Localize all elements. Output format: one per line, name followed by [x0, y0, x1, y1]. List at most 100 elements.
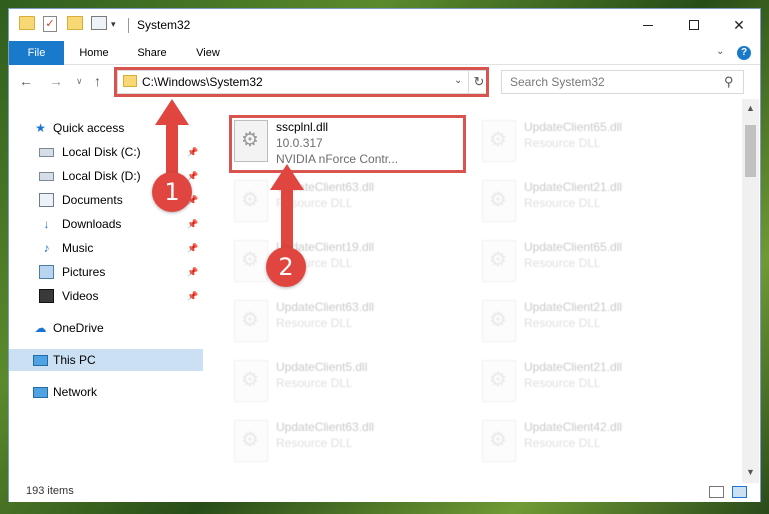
file-item[interactable]: ⚙ UpdateClient63.dll Resource DLL [209, 174, 449, 230]
gear-icon: ⚙ [489, 249, 507, 271]
help-icon[interactable]: ? [737, 46, 751, 60]
dll-file-icon: ⚙ [234, 180, 268, 222]
file-type: Resource DLL [276, 316, 353, 330]
search-placeholder: Search System32 [510, 75, 605, 89]
music-icon: ♪ [43, 241, 50, 255]
dll-file-icon: ⚙ [482, 420, 516, 462]
up-arrow-icon[interactable]: ↑ [94, 73, 101, 89]
quick-access-dropdown-icon[interactable]: ▾ [111, 19, 116, 30]
sidebar-item-onedrive[interactable]: ☁ OneDrive [9, 317, 203, 339]
pin-icon[interactable]: 📌 [187, 141, 198, 163]
file-item[interactable]: ⚙ UpdateClient65.dll Resource DLL [457, 114, 697, 170]
sidebar-item-videos[interactable]: Videos 📌 [9, 285, 203, 307]
maximize-button[interactable] [671, 9, 717, 41]
gear-icon: ⚙ [489, 369, 507, 391]
dll-file-icon: ⚙ [234, 420, 268, 462]
scroll-thumb[interactable] [745, 125, 756, 177]
arrow-head-1 [155, 99, 189, 125]
sidebar-item-label: Network [53, 385, 98, 399]
search-icon[interactable]: ⚲ [724, 74, 734, 90]
file-item[interactable]: ⚙ UpdateClient63.dll Resource DLL [209, 414, 449, 470]
file-type: Resource DLL [276, 376, 353, 390]
file-item[interactable]: ⚙ UpdateClient5.dll Resource DLL [209, 354, 449, 410]
file-explorer-window: ✓ ▾ System32 ✕ File Home Share View ⌄ ? … [8, 8, 761, 502]
computer-icon [33, 355, 48, 366]
file-name: UpdateClient65.dll [524, 120, 623, 134]
sidebar-item-network[interactable]: Network [9, 381, 203, 403]
recent-locations-icon[interactable]: ∨ [76, 76, 83, 87]
file-type: Resource DLL [524, 196, 601, 210]
large-icons-view-icon[interactable] [732, 486, 747, 498]
sidebar-item-music[interactable]: ♪ Music 📌 [9, 237, 203, 259]
close-button[interactable]: ✕ [716, 9, 762, 41]
file-name: UpdateClient21.dll [524, 300, 623, 314]
download-icon: ↓ [43, 217, 50, 231]
minimize-icon [643, 24, 653, 26]
file-list: ⚙ sscplnl.dll 10.0.317 NVIDIA nForce Con… [209, 99, 742, 483]
file-item[interactable]: ⚙ UpdateClient21.dll Resource DLL [457, 294, 697, 350]
close-icon: ✕ [733, 16, 745, 33]
tab-share[interactable]: Share [129, 41, 175, 65]
expand-ribbon-icon[interactable]: ⌄ [716, 46, 724, 57]
dll-file-icon: ⚙ [482, 360, 516, 402]
sidebar-item-label: Pictures [62, 265, 106, 279]
file-item[interactable]: ⚙ UpdateClient19.dll Resource DLL [209, 234, 449, 290]
new-folder-icon[interactable] [67, 16, 83, 30]
sidebar-item-this-pc[interactable]: This PC [9, 349, 203, 371]
dll-file-icon: ⚙ [482, 120, 516, 162]
sidebar-item-label: Local Disk (D:) [62, 169, 141, 183]
window-title: System32 [137, 18, 191, 32]
tab-view[interactable]: View [185, 41, 231, 65]
scroll-down-icon[interactable]: ▼ [746, 467, 755, 477]
sidebar-item-label: This PC [53, 353, 96, 367]
address-highlight-box [114, 67, 489, 97]
disk-icon [39, 148, 54, 157]
sidebar-item-label: Documents [62, 193, 123, 207]
arrow-head-2 [270, 164, 304, 190]
gear-icon: ⚙ [241, 249, 259, 271]
tab-file[interactable]: File [9, 41, 64, 65]
back-arrow-icon[interactable]: ← [19, 73, 33, 89]
pin-icon[interactable]: 📌 [187, 213, 198, 235]
file-item[interactable]: ⚙ UpdateClient42.dll Resource DLL [457, 414, 697, 470]
gear-icon: ⚙ [489, 189, 507, 211]
sidebar-item-label: Local Disk (C:) [62, 145, 141, 159]
file-item[interactable]: ⚙ UpdateClient65.dll Resource DLL [457, 234, 697, 290]
pin-icon[interactable]: 📌 [187, 285, 198, 307]
file-item[interactable]: ⚙ UpdateClient21.dll Resource DLL [457, 174, 697, 230]
minimize-button[interactable] [625, 9, 671, 41]
vertical-scrollbar[interactable]: ▲ ▼ [742, 99, 759, 483]
file-item[interactable]: ⚙ UpdateClient63.dll Resource DLL [209, 294, 449, 350]
step-1-badge: 1 [152, 172, 192, 212]
sidebar-item-downloads[interactable]: ↓ Downloads 📌 [9, 213, 203, 235]
ribbon-tabs: File Home Share View ⌄ ? [9, 41, 760, 65]
pin-icon[interactable]: 📌 [187, 261, 198, 283]
star-icon: ★ [35, 121, 46, 135]
maximize-icon [689, 20, 699, 30]
dll-file-icon: ⚙ [482, 240, 516, 282]
file-type: Resource DLL [524, 136, 601, 150]
file-item[interactable]: ⚙ UpdateClient21.dll Resource DLL [457, 354, 697, 410]
folder-icon[interactable] [19, 16, 35, 30]
file-type: Resource DLL [524, 256, 601, 270]
file-type: Resource DLL [524, 436, 601, 450]
details-view-icon[interactable] [709, 486, 724, 498]
cloud-icon: ☁ [34, 321, 47, 335]
forward-arrow-icon[interactable]: → [49, 73, 63, 89]
pictures-icon [39, 265, 54, 279]
sidebar-item-pictures[interactable]: Pictures 📌 [9, 261, 203, 283]
gear-icon: ⚙ [241, 369, 259, 391]
file-highlight-box [229, 115, 466, 173]
sidebar-item-label: Videos [62, 289, 99, 303]
file-type: Resource DLL [276, 436, 353, 450]
customize-icon[interactable] [91, 16, 107, 30]
dll-file-icon: ⚙ [482, 300, 516, 342]
properties-check-icon[interactable]: ✓ [43, 16, 57, 32]
pin-icon[interactable]: 📌 [187, 237, 198, 259]
scroll-up-icon[interactable]: ▲ [746, 103, 755, 113]
gear-icon: ⚙ [241, 429, 259, 451]
search-input[interactable]: Search System32 ⚲ [501, 70, 744, 94]
videos-icon [39, 289, 54, 303]
gear-icon: ⚙ [489, 429, 507, 451]
tab-home[interactable]: Home [71, 41, 117, 65]
